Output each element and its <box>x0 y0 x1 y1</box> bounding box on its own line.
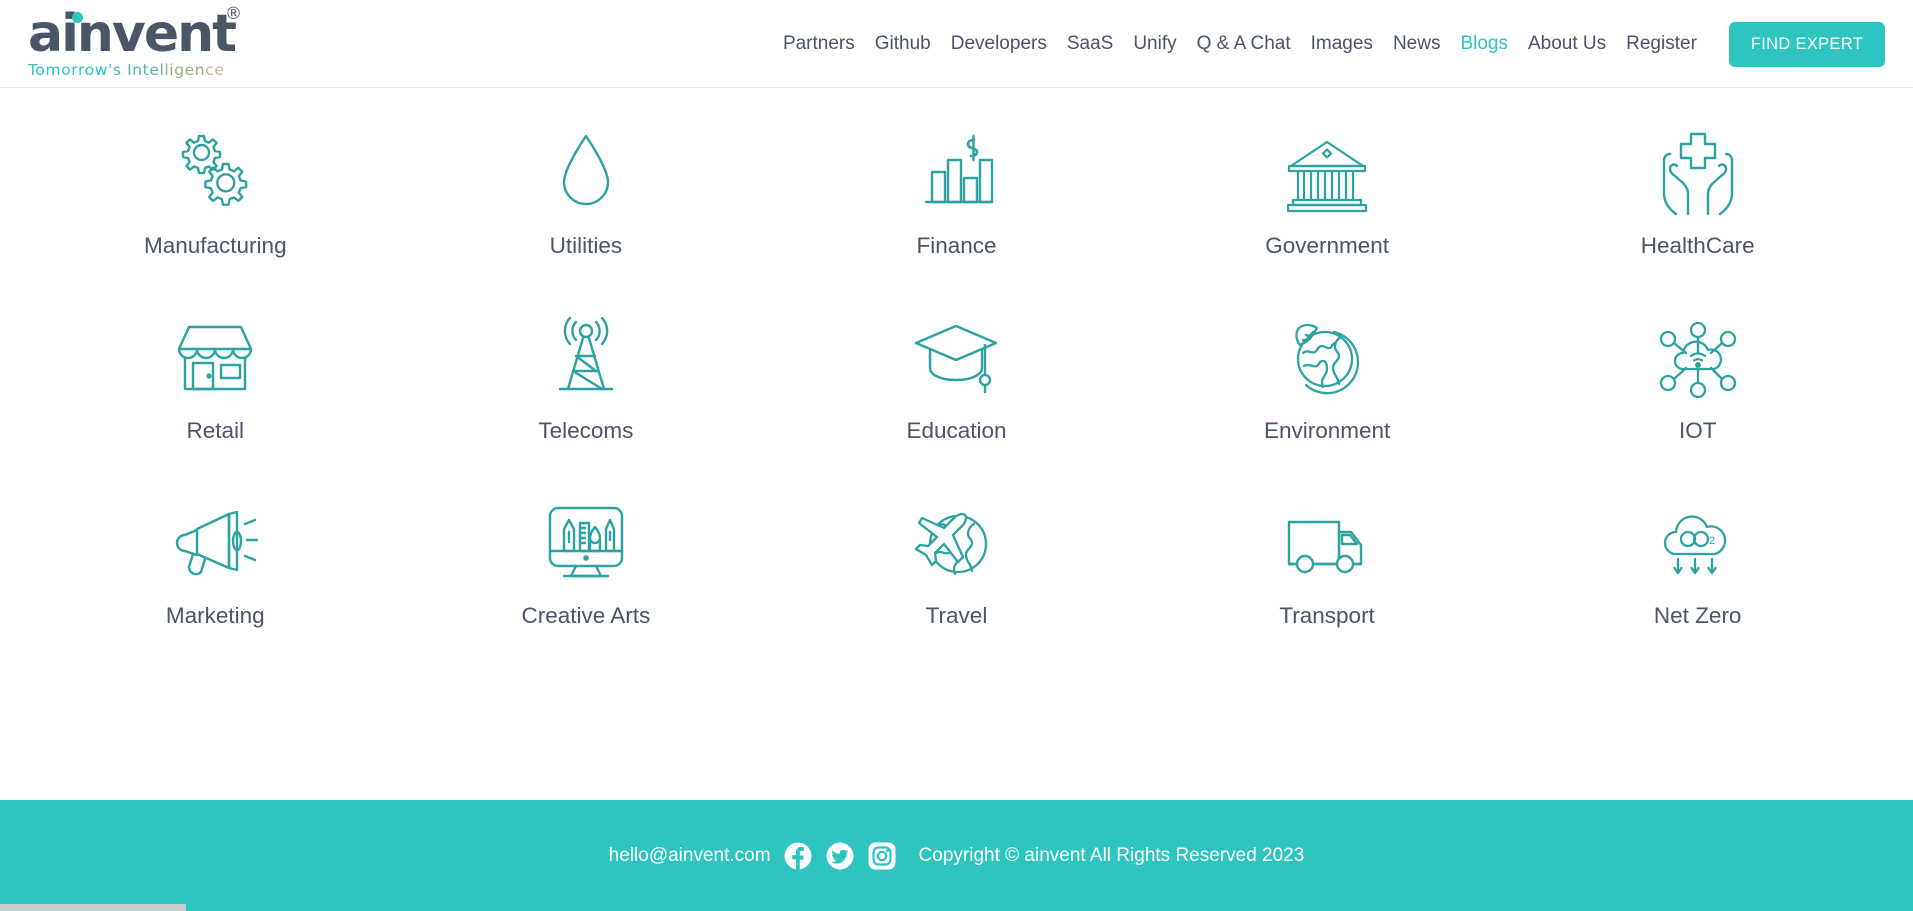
nav-item-about-us[interactable]: About Us <box>1518 27 1616 61</box>
cloud-network-icon <box>1650 309 1746 405</box>
category-label: Education <box>906 418 1007 443</box>
main-navigation: Partners Github Developers SaaS Unify Q … <box>773 0 1885 88</box>
category-label: Marketing <box>165 603 265 628</box>
category-label: Telecoms <box>538 418 634 443</box>
graduation-cap-icon <box>908 309 1004 405</box>
airplane-globe-icon <box>908 494 1004 590</box>
registered-trademark-icon: ® <box>225 3 242 24</box>
category-card-finance[interactable]: Finance <box>771 124 1142 309</box>
category-card-utilities[interactable]: Utilities <box>401 124 772 309</box>
nav-item-qa-chat[interactable]: Q & A Chat <box>1187 27 1301 61</box>
globe-leaf-icon <box>1279 309 1375 405</box>
category-label: Utilities <box>549 233 623 258</box>
category-card-transport[interactable]: Transport <box>1142 494 1513 679</box>
find-expert-button[interactable]: FIND EXPERT <box>1728 21 1885 67</box>
category-card-telecoms[interactable]: Telecoms <box>401 309 772 494</box>
category-card-healthcare[interactable]: HealthCare <box>1512 124 1883 309</box>
radio-tower-icon <box>538 309 634 405</box>
storefront-icon <box>167 309 263 405</box>
category-card-travel[interactable]: Travel <box>771 494 1142 679</box>
gears-icon <box>167 124 263 220</box>
water-drop-icon <box>538 124 634 220</box>
category-label: Transport <box>1279 603 1375 628</box>
category-label: Finance <box>916 233 997 258</box>
footer-content: hello@ainvent.com Copyright © ainvent Al… <box>609 841 1305 871</box>
nav-item-saas[interactable]: SaaS <box>1057 27 1123 61</box>
nav-item-news[interactable]: News <box>1383 27 1451 61</box>
megaphone-icon <box>167 494 263 590</box>
category-card-environment[interactable]: Environment <box>1142 309 1513 494</box>
facebook-icon[interactable] <box>783 841 813 871</box>
nav-item-github[interactable]: Github <box>865 27 941 61</box>
site-footer: hello@ainvent.com Copyright © ainvent Al… <box>0 800 1913 911</box>
hands-cross-icon <box>1650 124 1746 220</box>
category-label: Creative Arts <box>521 603 651 628</box>
category-label: IOT <box>1678 418 1717 443</box>
category-label: HealthCare <box>1640 233 1755 258</box>
nav-item-developers[interactable]: Developers <box>941 27 1057 61</box>
category-label: Travel <box>925 603 988 628</box>
logo-wordmark: ainvent ® <box>28 3 278 60</box>
instagram-icon[interactable] <box>867 841 897 871</box>
category-card-creative-arts[interactable]: Creative Arts <box>401 494 772 679</box>
category-label: Environment <box>1263 418 1391 443</box>
bank-building-icon <box>1279 124 1375 220</box>
bar-chart-dollar-icon <box>908 124 1004 220</box>
logo[interactable]: ainvent ® Tomorrow's Intelligence <box>28 4 278 82</box>
category-card-government[interactable]: Government <box>1142 124 1513 309</box>
nav-item-register[interactable]: Register <box>1616 27 1707 61</box>
logo-i-dot <box>72 11 83 23</box>
category-grid: Manufacturing Utilities Finance Governme… <box>0 88 1913 679</box>
footer-copyright: Copyright © ainvent All Rights Reserved … <box>918 844 1305 866</box>
category-card-iot[interactable]: IOT <box>1512 309 1883 494</box>
category-label: Manufacturing <box>144 233 287 258</box>
site-header: ainvent ® Tomorrow's Intelligence Partne… <box>0 0 1913 88</box>
category-card-retail[interactable]: Retail <box>30 309 401 494</box>
category-card-marketing[interactable]: Marketing <box>30 494 401 679</box>
nav-item-blogs[interactable]: Blogs <box>1450 27 1518 61</box>
footer-email-link[interactable]: hello@ainvent.com <box>609 845 771 867</box>
co2-cloud-icon: 2 <box>1650 494 1746 590</box>
nav-item-unify[interactable]: Unify <box>1123 27 1186 61</box>
twitter-icon[interactable] <box>825 841 855 871</box>
category-label: Government <box>1265 233 1389 258</box>
category-card-manufacturing[interactable]: Manufacturing <box>30 124 401 309</box>
category-label: Net Zero <box>1653 603 1742 628</box>
nav-item-images[interactable]: Images <box>1301 27 1383 61</box>
monitor-art-tools-icon <box>538 494 634 590</box>
horizontal-scrollbar-thumb[interactable] <box>0 904 186 911</box>
logo-text: ainvent <box>28 3 237 64</box>
category-label: Retail <box>186 418 245 443</box>
nav-item-partners[interactable]: Partners <box>773 27 865 61</box>
svg-text:2: 2 <box>1709 535 1715 547</box>
category-card-net-zero[interactable]: 2 Net Zero <box>1512 494 1883 679</box>
category-card-education[interactable]: Education <box>771 309 1142 494</box>
delivery-truck-icon <box>1279 494 1375 590</box>
